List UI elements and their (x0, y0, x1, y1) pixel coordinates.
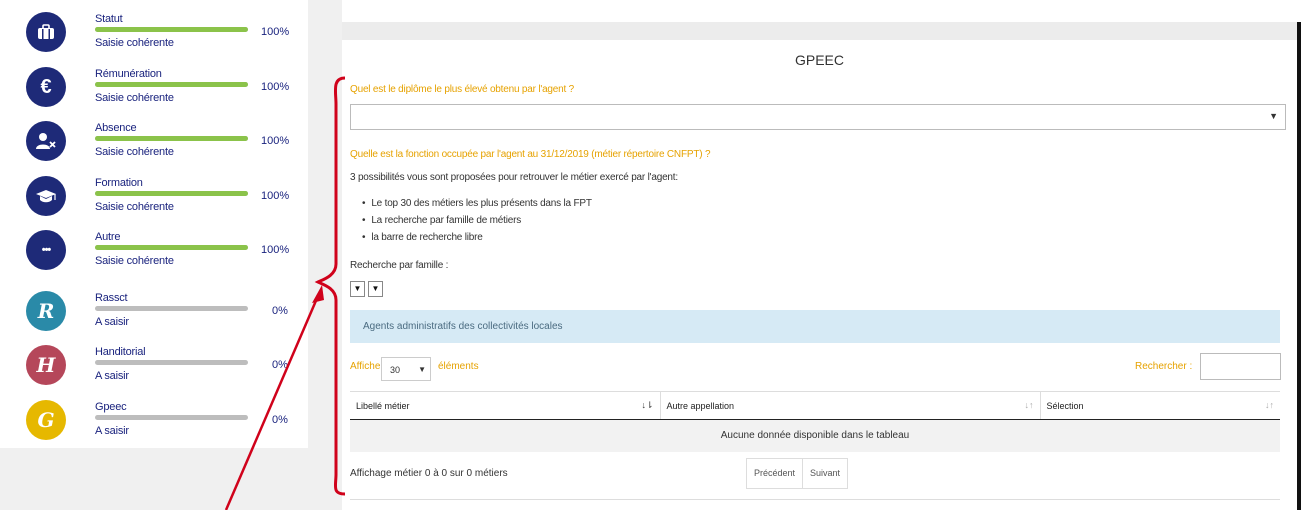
list-item: la barre de recherche libre (362, 232, 592, 249)
progress-percent: 0% (272, 305, 288, 317)
sidebar-item-status: Saisie cohérente (95, 37, 174, 49)
sidebar-item-label: Autre (95, 231, 121, 243)
sidebar-item-label: Absence (95, 122, 137, 134)
progress-bar (95, 306, 248, 311)
options-list: Le top 30 des métiers les plus présents … (362, 198, 592, 249)
column-label: Libellé métier (356, 400, 410, 411)
page-length-value: 30 (390, 365, 401, 375)
chevron-down-icon: ▼ (1269, 111, 1278, 121)
progress-bar (95, 415, 248, 420)
search-input[interactable] (1200, 353, 1281, 380)
progress-percent: 100% (261, 244, 290, 256)
column-label: Sélection (1046, 400, 1084, 411)
previous-button[interactable]: Précédent (747, 459, 802, 488)
progress-bar (95, 136, 248, 141)
sidebar-item-label: Rémunération (95, 68, 162, 80)
list-item: La recherche par famille de métiers (362, 215, 592, 232)
show-suffix: éléments (438, 361, 479, 372)
page-title: GPEEC (794, 52, 844, 68)
sidebar-item-status: Saisie cohérente (95, 146, 174, 158)
chevron-down-icon: ▼ (418, 365, 426, 374)
letter-r-icon: R (26, 291, 66, 331)
progress-percent: 100% (261, 190, 290, 202)
column-header[interactable]: Sélection ↓↑ (1039, 391, 1280, 420)
progress-fill (95, 245, 248, 250)
letter-g-icon: G (26, 400, 66, 440)
sidebar-footer (0, 448, 308, 510)
gpeec-panel: GPEEC Quel est le diplôme le plus élevé … (342, 40, 1297, 510)
empty-message: Aucune donnée disponible dans le tableau (350, 419, 1280, 452)
divider (350, 499, 1280, 500)
progress-bar (95, 245, 248, 250)
progress-percent: 100% (261, 26, 290, 38)
sidebar-item-gpeec[interactable]: G Gpeec A saisir 0% (0, 396, 308, 444)
sidebar-item-status: A saisir (95, 316, 129, 328)
briefcase-icon (26, 12, 66, 52)
progress-fill (95, 82, 248, 87)
progress-fill (95, 27, 248, 32)
table-info: Affichage métier 0 à 0 sur 0 métiers (350, 468, 508, 479)
sort-icon: ↓↑ (1024, 400, 1034, 410)
user-remove-icon (26, 121, 66, 161)
diploma-select[interactable]: ▼ (350, 104, 1286, 130)
subfamily-select[interactable]: ▼ (368, 281, 383, 297)
sidebar: Statut Saisie cohérente 100% € Rémunération S… (0, 0, 308, 448)
diploma-question: Quel est le diplôme le plus élevé obtenu… (350, 84, 575, 95)
family-label: Recherche par famille : (350, 260, 449, 271)
progress-bar (95, 191, 248, 196)
sidebar-item-status: Saisie cohérente (95, 255, 174, 267)
sidebar-item-status: Saisie cohérente (95, 201, 174, 213)
letter-h-icon: H (26, 345, 66, 385)
table-row: Aucune donnée disponible dans le tableau (350, 419, 1280, 452)
search-label: Rechercher : (1135, 361, 1193, 372)
progress-percent: 100% (261, 81, 290, 93)
progress-bar (95, 27, 248, 32)
sidebar-item-rassct[interactable]: R Rassct A saisir 0% (0, 287, 308, 335)
progress-fill (95, 191, 248, 196)
intro-text: 3 possibilités vous sont proposées pour … (350, 172, 678, 183)
sidebar-item-handitorial[interactable]: H Handitorial A saisir 0% (0, 341, 308, 389)
euro-icon: € (26, 67, 66, 107)
sidebar-item-label: Handitorial (95, 346, 146, 358)
show-prefix: Afficher (350, 361, 384, 372)
top-strip (342, 22, 1301, 40)
function-question: Quelle est la fonction occupée par l'age… (350, 149, 711, 160)
sidebar-item-label: Gpeec (95, 401, 127, 413)
progress-percent: 100% (261, 135, 290, 147)
progress-fill (95, 136, 248, 141)
family-select[interactable]: ▼ (350, 281, 365, 297)
sidebar-item-status: A saisir (95, 370, 129, 382)
sort-desc-icon: ↓⇂ (641, 400, 654, 410)
sort-icon: ↓↑ (1265, 400, 1274, 410)
graduation-cap-icon (26, 176, 66, 216)
pagination: Précédent Suivant (746, 458, 849, 489)
progress-percent: 0% (272, 414, 288, 426)
sidebar-item-status: Saisie cohérente (95, 92, 174, 104)
sidebar-item-absence[interactable]: Absence Saisie cohérente 100% (0, 117, 308, 165)
panel-border (1297, 22, 1301, 510)
jobs-table: Libellé métier ↓⇂ Autre appellation ↓↑ S… (350, 391, 1280, 452)
banner-label: Agents administratifs des collectivités … (363, 321, 563, 332)
sidebar-item-statut[interactable]: Statut Saisie cohérente 100% (0, 8, 308, 56)
column-label: Autre appellation (666, 400, 735, 411)
sidebar-item-status: A saisir (95, 425, 129, 437)
column-header[interactable]: Libellé métier ↓⇂ (350, 391, 660, 420)
progress-bar (95, 360, 248, 365)
sidebar-item-label: Formation (95, 177, 143, 189)
next-button[interactable]: Suivant (802, 459, 847, 488)
sidebar-item-autre[interactable]: ••• Autre Saisie cohérente 100% (0, 226, 308, 274)
column-header[interactable]: Autre appellation ↓↑ (659, 391, 1040, 420)
page-length-select[interactable]: 30 ▼ (381, 357, 431, 381)
top-bar (342, 0, 1301, 22)
more-dots-icon: ••• (26, 230, 66, 270)
sidebar-item-rmunration[interactable]: € Rémunération Saisie cohérente 100% (0, 63, 308, 111)
sidebar-item-label: Rassct (95, 292, 128, 304)
list-item: Le top 30 des métiers les plus présents … (362, 198, 592, 215)
gutter (308, 0, 342, 510)
sidebar-item-label: Statut (95, 13, 123, 25)
progress-bar (95, 82, 248, 87)
sidebar-item-formation[interactable]: Formation Saisie cohérente 100% (0, 172, 308, 220)
selected-family-banner[interactable]: Agents administratifs des collectivités … (350, 310, 1280, 343)
progress-percent: 0% (272, 359, 288, 371)
